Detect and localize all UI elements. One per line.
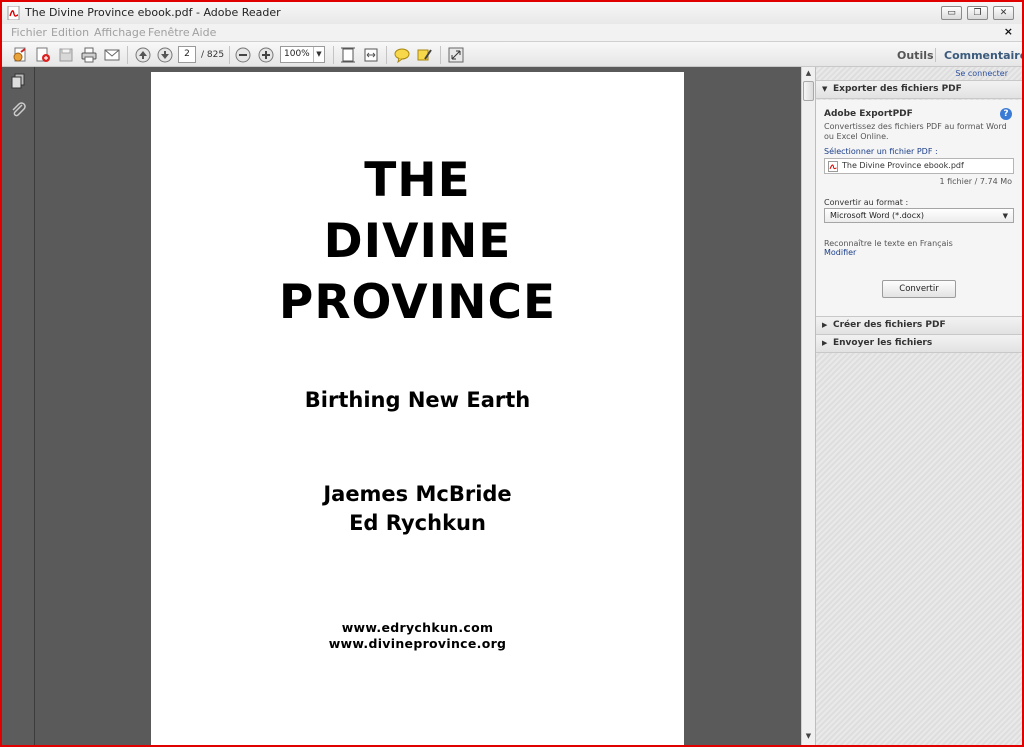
menu-aide[interactable]: Aide [192,26,216,39]
zoom-value: 100% [284,49,310,59]
close-button[interactable]: ✕ [993,6,1014,20]
page-number-input[interactable]: 2 [178,46,196,63]
document-subtitle: Birthing New Earth [304,388,531,412]
toolbar-divider [440,46,441,64]
title-line: PROVINCE [278,275,557,330]
menu-fichier[interactable]: Fichier [11,26,47,39]
previous-page-icon[interactable] [134,46,152,64]
send-section-header[interactable]: ▶ Envoyer les fichiers [816,334,1022,353]
scroll-thumb[interactable] [803,81,814,101]
format-dropdown[interactable]: Microsoft Word (*.docx) ▼ [824,208,1014,223]
document-url: www.edrychkun.com [341,620,494,635]
title-line: THE [364,153,471,208]
format-value: Microsoft Word (*.docx) [830,211,924,220]
export-section-header[interactable]: ▼ Exporter des fichiers PDF [816,80,1022,99]
document-urls: www.edrychkun.com www.divineprovince.org [151,620,684,652]
restore-button[interactable]: ❐ [967,6,988,20]
ocr-language-text: Reconnaître le texte en Français [824,239,953,248]
full-width-icon[interactable] [362,46,380,64]
highlight-icon[interactable] [416,46,434,64]
zoom-select[interactable]: 100% ▼ [280,46,325,63]
zoom-out-icon[interactable] [234,46,252,64]
email-icon[interactable] [103,46,121,64]
file-count: 1 fichier / 7.74 Mo [939,177,1012,186]
attachments-icon[interactable] [10,101,27,118]
save-icon[interactable] [57,46,75,64]
chevron-right-icon: ▶ [822,339,828,347]
comment-icon[interactable] [393,46,411,64]
minimize-icon: ▭ [947,8,956,18]
title-line: DIVINE [323,214,512,269]
author-name: Ed Rychkun [349,511,486,535]
minimize-button[interactable]: ▭ [941,6,962,20]
toolbar-divider [333,46,334,64]
toolbar-divider [386,46,387,64]
export-service-title: Adobe ExportPDF [824,109,913,119]
document-title: THE DIVINE PROVINCE [151,150,684,333]
app-window: The Divine Province ebook.pdf - Adobe Re… [2,2,1022,745]
window-title: The Divine Province ebook.pdf - Adobe Re… [25,6,281,19]
scroll-down-icon[interactable]: ▼ [802,732,815,742]
chevron-down-icon: ▼ [822,85,828,93]
export-section-body: Adobe ExportPDF ? Convertissez des fichi… [816,100,1022,316]
create-section-label: Créer des fichiers PDF [833,320,946,330]
pages-icon[interactable] [10,73,27,90]
tab-comment[interactable]: Commentaire [944,49,1022,62]
pdf-page: THE DIVINE PROVINCE Birthing New Earth J… [151,72,684,745]
next-page-icon[interactable] [156,46,174,64]
toolbar-divider [127,46,128,64]
export-section-label: Exporter des fichiers PDF [833,84,962,94]
create-section-header[interactable]: ▶ Créer des fichiers PDF [816,316,1022,335]
navigation-pane [2,67,35,745]
chevron-right-icon: ▶ [822,321,828,329]
zoom-in-icon[interactable] [257,46,275,64]
convert-button[interactable]: Convertir [882,280,956,298]
menu-bar: Fichier Edition Affichage Fenêtre Aide × [2,24,1022,41]
vertical-scrollbar[interactable]: ▲ ▼ [801,67,815,745]
restore-icon: ❐ [973,8,982,18]
read-mode-icon[interactable] [447,46,465,64]
close-icon: ✕ [999,8,1008,18]
close-document-icon[interactable]: × [1004,25,1013,38]
format-label: Convertir au format : [824,198,909,207]
scroll-up-icon[interactable]: ▲ [802,69,815,79]
tools-panel: Se connecter ▼ Exporter des fichiers PDF… [815,67,1022,745]
toolbar: 2 / 825 100% ▼ Outils Commentaire [2,41,1022,67]
modify-ocr-link[interactable]: Modifier [824,248,856,257]
combine-pdf-icon[interactable] [34,46,52,64]
adobe-pdf-icon [7,6,20,20]
toolbar-divider [935,48,936,62]
author-name: Jaemes McBride [323,482,512,506]
create-pdf-icon[interactable] [11,46,29,64]
document-authors: Jaemes McBride Ed Rychkun [151,480,684,538]
title-bar: The Divine Province ebook.pdf - Adobe Re… [2,2,1022,24]
toolbar-divider [229,46,230,64]
export-description: Convertissez des fichiers PDF au format … [824,122,1007,141]
menu-edition[interactable]: Edition [51,26,89,39]
fit-page-icon[interactable] [339,46,357,64]
page-total: / 825 [201,50,225,60]
send-section-label: Envoyer les fichiers [833,338,933,348]
help-icon[interactable]: ? [1000,108,1012,120]
document-url: www.divineprovince.org [328,636,507,651]
chevron-down-icon[interactable]: ▼ [313,47,324,62]
chevron-down-icon: ▼ [1002,212,1008,220]
selected-file-name: The Divine Province ebook.pdf [842,161,964,170]
tab-tools[interactable]: Outils [897,49,934,62]
selected-file-field[interactable]: The Divine Province ebook.pdf [824,158,1014,174]
pdf-file-icon [828,161,838,172]
sign-in-link[interactable]: Se connecter [955,69,1008,78]
select-file-link[interactable]: Sélectionner un fichier PDF : [824,147,938,156]
menu-fenetre[interactable]: Fenêtre [148,26,190,39]
menu-affichage[interactable]: Affichage [94,26,146,39]
document-viewport[interactable]: THE DIVINE PROVINCE Birthing New Earth J… [35,67,801,745]
print-icon[interactable] [80,46,98,64]
